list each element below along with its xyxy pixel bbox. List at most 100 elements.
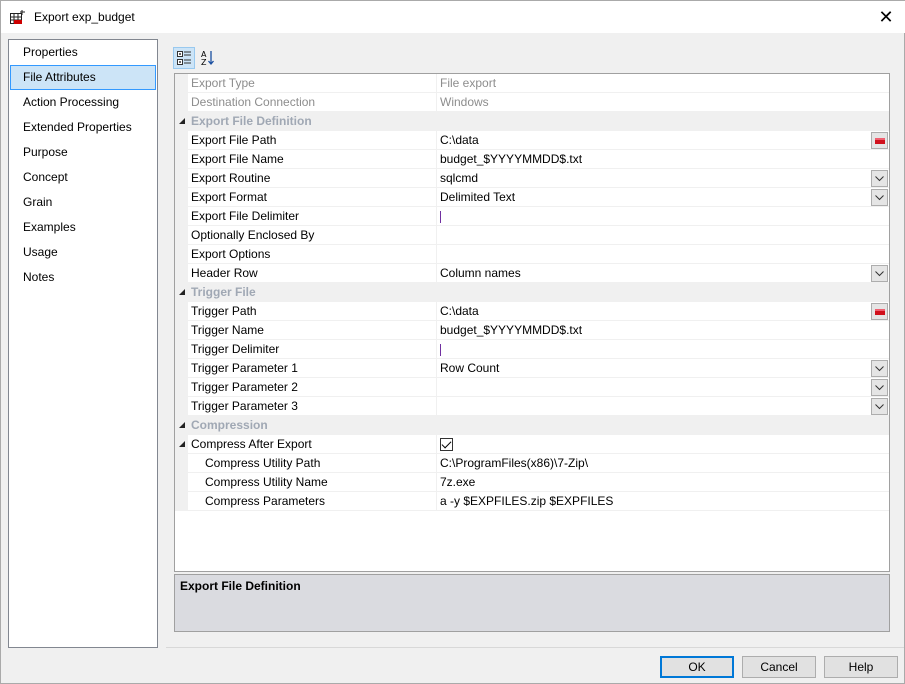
property-value[interactable]: budget_$YYYYMMDD$.txt xyxy=(437,321,889,339)
property-value[interactable]: Column names xyxy=(437,264,889,282)
property-name: Export Format xyxy=(175,188,437,206)
property-value-text: Delimited Text xyxy=(440,190,516,204)
property-value-text: budget_$YYYYMMDD$.txt xyxy=(440,152,583,166)
chevron-down-icon[interactable] xyxy=(871,398,888,415)
nav-item-file-attributes[interactable]: File Attributes xyxy=(10,65,156,90)
property-value[interactable] xyxy=(437,435,889,453)
nav-item-usage[interactable]: Usage xyxy=(10,240,156,265)
property-row[interactable]: Optionally Enclosed By xyxy=(175,226,889,245)
ok-button[interactable]: OK xyxy=(660,656,734,678)
property-value[interactable] xyxy=(437,207,889,225)
cancel-button[interactable]: Cancel xyxy=(742,656,816,678)
chevron-down-icon[interactable] xyxy=(871,379,888,396)
property-name: Export File Delimiter xyxy=(175,207,437,225)
property-row[interactable]: Header Row Column names xyxy=(175,264,889,283)
help-button[interactable]: Help xyxy=(824,656,898,678)
property-row[interactable]: Compress Utility Name 7z.exe xyxy=(175,473,889,492)
property-value[interactable]: C:\ProgramFiles(x86)\7-Zip\ xyxy=(437,454,889,472)
property-name: Optionally Enclosed By xyxy=(175,226,437,244)
property-row[interactable]: Trigger Parameter 2 xyxy=(175,378,889,397)
property-name: Compress Utility Path xyxy=(175,454,437,472)
property-value-text: C:\data xyxy=(440,304,479,318)
nav-item-extended-properties[interactable]: Extended Properties xyxy=(10,115,156,140)
table-export-icon xyxy=(10,10,26,24)
description-panel: Export File Definition xyxy=(174,574,890,632)
property-name: Trigger Parameter 1 xyxy=(175,359,437,377)
property-row[interactable]: Export File Path C:\data xyxy=(175,131,889,150)
chevron-down-icon[interactable] xyxy=(871,360,888,377)
property-name: Compress After Export xyxy=(175,435,437,453)
property-row[interactable]: Trigger Parameter 1 Row Count xyxy=(175,359,889,378)
property-row[interactable]: Export Format Delimited Text xyxy=(175,188,889,207)
property-name: Compress Utility Name xyxy=(175,473,437,491)
property-row[interactable]: Trigger Name budget_$YYYYMMDD$.txt xyxy=(175,321,889,340)
property-value: File export xyxy=(437,74,889,92)
property-row[interactable]: Trigger Parameter 3 xyxy=(175,397,889,416)
property-name: Header Row xyxy=(175,264,437,282)
property-value[interactable]: 7z.exe xyxy=(437,473,889,491)
property-value[interactable]: a -y $EXPFILES.zip $EXPFILES xyxy=(437,492,889,510)
property-value-text: 7z.exe xyxy=(440,475,476,489)
nav-item-grain[interactable]: Grain xyxy=(10,190,156,215)
nav-item-concept[interactable]: Concept xyxy=(10,165,156,190)
property-row[interactable]: Export File Name budget_$YYYYMMDD$.txt xyxy=(175,150,889,169)
description-title: Export File Definition xyxy=(180,579,301,593)
close-icon[interactable]: ✕ xyxy=(876,7,896,28)
property-row[interactable]: Trigger Delimiter xyxy=(175,340,889,359)
nav-item-action-processing[interactable]: Action Processing xyxy=(10,90,156,115)
chevron-down-icon[interactable] xyxy=(871,265,888,282)
property-row[interactable]: Compress Utility Path C:\ProgramFiles(x86… xyxy=(175,454,889,473)
property-row[interactable]: Destination Connection Windows xyxy=(175,93,889,112)
category-row[interactable]: Export File Definition xyxy=(175,112,889,131)
title-bar: Export exp_budget ✕ xyxy=(1,1,905,33)
property-name: Export Routine xyxy=(175,169,437,187)
property-name: Export Type xyxy=(175,74,437,92)
chevron-down-icon[interactable] xyxy=(871,189,888,206)
property-row[interactable]: Export File Delimiter xyxy=(175,207,889,226)
property-row[interactable]: Compress Parameters a -y $EXPFILES.zip $E… xyxy=(175,492,889,511)
window-title: Export exp_budget xyxy=(34,10,135,24)
property-row[interactable]: Export Routine sqlcmd xyxy=(175,169,889,188)
sort-az-icon[interactable]: AZ xyxy=(197,47,219,69)
chevron-down-icon[interactable] xyxy=(871,170,888,187)
property-grid: Export Type File export Destination Connec… xyxy=(174,73,890,572)
collapse-icon[interactable] xyxy=(179,441,185,447)
categorized-icon[interactable] xyxy=(173,47,195,69)
property-row[interactable]: Compress After Export xyxy=(175,435,889,454)
nav-item-notes[interactable]: Notes xyxy=(10,265,156,290)
property-value[interactable] xyxy=(437,245,889,263)
property-value-text: Windows xyxy=(440,95,489,109)
property-value-text: File export xyxy=(440,76,497,90)
property-value[interactable]: C:\data xyxy=(437,131,889,149)
property-row[interactable]: Export Options xyxy=(175,245,889,264)
property-value[interactable]: Delimited Text xyxy=(437,188,889,206)
category-row[interactable]: Trigger File xyxy=(175,283,889,302)
property-value-text: Row Count xyxy=(440,361,500,375)
category-row[interactable]: Compression xyxy=(175,416,889,435)
property-value[interactable] xyxy=(437,397,889,415)
property-name: Trigger Parameter 3 xyxy=(175,397,437,415)
folder-icon[interactable] xyxy=(871,132,888,149)
property-value[interactable] xyxy=(437,378,889,396)
nav-item-purpose[interactable]: Purpose xyxy=(10,140,156,165)
property-value[interactable]: C:\data xyxy=(437,302,889,320)
property-value[interactable]: budget_$YYYYMMDD$.txt xyxy=(437,150,889,168)
property-value[interactable] xyxy=(437,226,889,244)
property-name: Export File Definition xyxy=(191,114,312,128)
compress-checkbox[interactable] xyxy=(440,438,453,451)
collapse-icon[interactable] xyxy=(179,118,185,124)
property-value[interactable] xyxy=(437,340,889,358)
folder-icon[interactable] xyxy=(871,303,888,320)
collapse-icon[interactable] xyxy=(179,289,185,295)
property-row[interactable]: Export Type File export xyxy=(175,74,889,93)
nav-item-properties[interactable]: Properties xyxy=(10,40,156,65)
property-row[interactable]: Trigger Path C:\data xyxy=(175,302,889,321)
property-name: Trigger Parameter 2 xyxy=(175,378,437,396)
property-name: Compression xyxy=(191,418,268,432)
collapse-icon[interactable] xyxy=(179,422,185,428)
property-value[interactable]: sqlcmd xyxy=(437,169,889,187)
property-value[interactable]: Row Count xyxy=(437,359,889,377)
nav-item-examples[interactable]: Examples xyxy=(10,215,156,240)
property-name: Export Options xyxy=(175,245,437,263)
property-name: Trigger Delimiter xyxy=(175,340,437,358)
